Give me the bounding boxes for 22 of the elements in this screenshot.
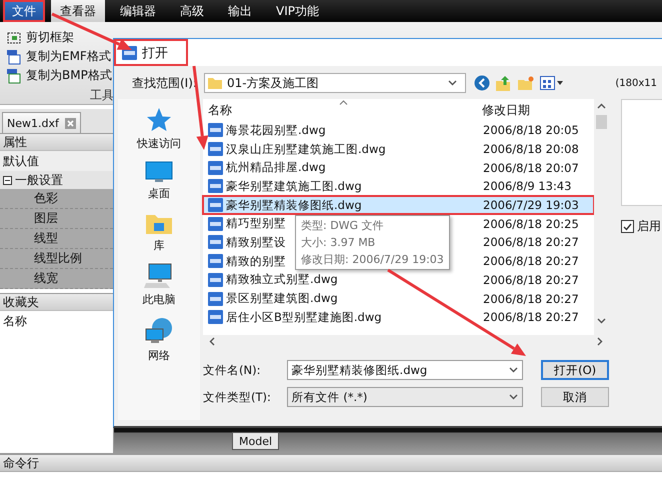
file-date: 2006/8/18 20:25 — [482, 216, 579, 231]
filetype-label: 文件类型(T): — [203, 390, 272, 404]
file-date: 2006/8/18 20:07 — [482, 160, 579, 175]
tooltip-line: 类型: DWG 文件 — [301, 218, 385, 233]
file-date: 2006/8/18 20:05 — [482, 123, 579, 138]
file-date: 2006/8/9 13:43 — [482, 179, 572, 194]
panel-header: 命令行 — [0, 453, 662, 472]
tooltip-line: 修改日期: 2006/7/29 19:03 — [301, 252, 444, 267]
property-row: 默认值 — [0, 151, 113, 171]
file-date: 2006/8/18 20:08 — [482, 142, 579, 156]
panel-header: 收藏夹 — [0, 293, 113, 311]
tooltip-line: 大小: 3.97 MB — [301, 235, 376, 250]
file-date: 2006/8/18 20:27 — [482, 254, 579, 268]
ribbon-group-label: 工具 — [90, 87, 114, 104]
file-date: 2006/8/18 20:27 — [482, 235, 579, 250]
file-date: 2006/8/18 20:27 — [482, 292, 579, 306]
preview-size-text: (180x11 — [615, 78, 657, 88]
file-date: 2006/8/18 20:27 — [482, 272, 579, 287]
file-date: 2006/7/29 19:03 — [482, 198, 579, 212]
filename-label: 文件名(N): — [203, 362, 262, 378]
file-date: 2006/8/18 20:27 — [482, 310, 579, 324]
panel-header: 属性 — [0, 133, 113, 151]
